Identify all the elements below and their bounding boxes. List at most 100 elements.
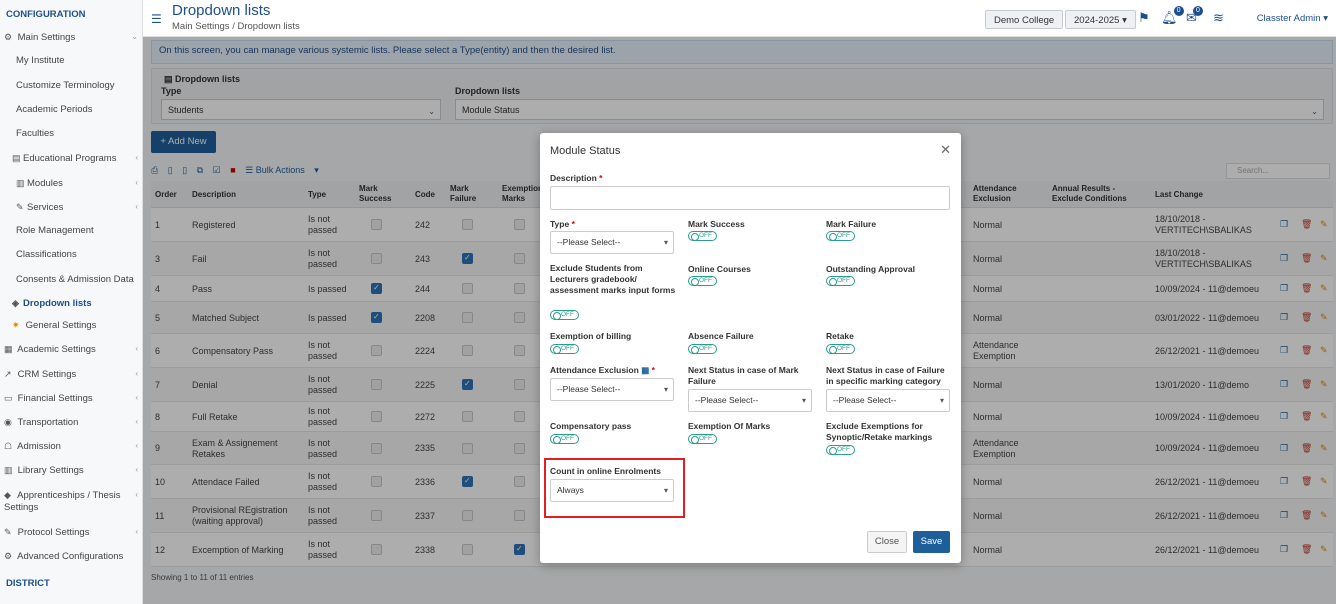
cogs-icon: ⚙ — [4, 551, 13, 561]
caret-down-icon: ▾ — [939, 396, 944, 405]
close-button[interactable]: Close — [867, 531, 907, 553]
sidebar-item-classifications[interactable]: Classifications — [0, 246, 143, 264]
exclude-exemptions-label: Exclude Exemptions for Synoptic/Retake m… — [826, 421, 933, 442]
caret-down-icon: ▾ — [1122, 15, 1127, 26]
chevron-left-icon: ‹ — [135, 393, 138, 402]
chevron-down-icon: ⌄ — [131, 32, 138, 41]
sidebar-item-financial-settings[interactable]: ▭ Financial Settings ‹ — [0, 389, 143, 407]
breadcrumb: Main Settings / Dropdown lists — [172, 21, 300, 32]
year-dropdown[interactable]: 2024-2025 ▾ — [1065, 10, 1136, 29]
layers-icon: ◈ — [12, 298, 19, 308]
sidebar-item-consents-admission[interactable]: Consents & Admission Data — [0, 271, 143, 289]
sidebar-item-admission[interactable]: ☖ Admission ‹ — [0, 437, 143, 455]
list-icon: ▤ — [12, 153, 21, 163]
sidebar-item-transportation[interactable]: ◉ Transportation ‹ — [0, 413, 143, 431]
mark-success-label: Mark Success — [688, 219, 745, 229]
count-online-select[interactable]: Always ▾ — [550, 479, 674, 502]
admission-icon: ☖ — [4, 441, 13, 451]
sidebar-item-customize-terminology[interactable]: Customize Terminology — [0, 77, 143, 95]
sidebar-item-general-settings[interactable]: ✷ General Settings — [0, 316, 143, 334]
sidebar-item-role-management[interactable]: Role Management — [0, 222, 143, 240]
attendance-exclusion-label: Attendance Exclusion ▦ * — [550, 365, 655, 375]
book-icon: ▥ — [16, 178, 25, 188]
notification-count: 0 — [1173, 6, 1184, 16]
description-label: Description * — [550, 173, 603, 183]
absence-failure-toggle[interactable]: OFF — [688, 344, 717, 354]
retake-toggle[interactable]: OFF — [826, 344, 855, 354]
sidebar-item-faculties[interactable]: Faculties — [0, 125, 143, 143]
grid-icon: ▦ — [641, 365, 650, 375]
sidebar-item-library-settings[interactable]: ▥ Library Settings ‹ — [0, 461, 143, 479]
sidebar-header: CONFIGURATION — [6, 9, 86, 20]
college-button[interactable]: Demo College — [985, 10, 1064, 29]
count-online-label: Count in online Enrolments — [550, 466, 661, 476]
exclude-students-toggle[interactable]: OFF — [550, 310, 579, 320]
sidebar-item-crm-settings[interactable]: ↗ CRM Settings ‹ — [0, 365, 143, 383]
chevron-left-icon: ‹ — [135, 344, 138, 353]
sidebar-item-educational-programs[interactable]: ▤ Educational Programs ‹ — [0, 149, 143, 167]
mark-failure-label: Mark Failure — [826, 219, 877, 229]
chart-icon: ↗ — [4, 369, 12, 379]
outstanding-approval-toggle[interactable]: OFF — [826, 276, 855, 286]
chevron-left-icon: ‹ — [135, 369, 138, 378]
settings-icon: ⚙ — [4, 32, 13, 42]
mark-success-toggle[interactable]: OFF — [688, 231, 717, 241]
sidebar: CONFIGURATION ⚙ Main Settings ⌄ My Instit… — [0, 0, 143, 604]
sidebar-item-advanced-configurations[interactable]: ⚙ Advanced Configurations — [0, 547, 143, 565]
caret-down-icon: ▾ — [663, 486, 668, 495]
envelope-icon[interactable]: ✉ 0 — [1186, 6, 1203, 26]
sidebar-footer-district: DISTRICT — [6, 578, 50, 589]
compensatory-pass-toggle[interactable]: OFF — [550, 434, 579, 444]
online-courses-label: Online Courses — [688, 264, 751, 274]
save-button[interactable]: Save — [913, 531, 950, 553]
next-status-mark-label: Next Status in case of Mark Failure — [688, 365, 799, 386]
absence-failure-label: Absence Failure — [688, 331, 754, 341]
close-icon[interactable]: ✕ — [940, 142, 951, 158]
sidebar-item-dropdown-lists[interactable]: ◈ Dropdown lists — [0, 294, 143, 312]
caret-down-icon: ▾ — [801, 396, 806, 405]
breadcrumb-dropdown-lists: Dropdown lists — [237, 21, 300, 32]
sidebar-item-academic-periods[interactable]: Academic Periods — [0, 101, 143, 119]
user-menu[interactable]: Classter Admin ▾ — [1257, 13, 1328, 24]
sidebar-item-protocol-settings[interactable]: ✎ Protocol Settings ‹ — [0, 523, 143, 541]
page-title: Dropdown lists — [172, 2, 271, 19]
sidebar-item-my-institute[interactable]: My Institute — [0, 52, 143, 70]
module-status-modal: Module Status ✕ Description * Type * --P… — [540, 133, 961, 563]
exclude-exemptions-toggle[interactable]: OFF — [826, 445, 855, 455]
exemption-marks-label: Exemption Of Marks — [688, 421, 771, 431]
next-status-failure-label: Next Status in case of Failure in specif… — [826, 365, 945, 386]
bell-icon[interactable]: 🔔︎ 0 — [1161, 6, 1184, 26]
modal-title: Module Status — [550, 145, 621, 157]
wrench-icon: ✎ — [16, 202, 24, 212]
caret-down-icon: ▾ — [1323, 13, 1328, 24]
flag-icon[interactable]: ⚑ — [1138, 10, 1150, 26]
mark-failure-toggle[interactable]: OFF — [826, 231, 855, 241]
next-status-mark-select[interactable]: --Please Select-- ▾ — [688, 389, 812, 412]
chevron-left-icon: ‹ — [135, 178, 138, 187]
message-count: 0 — [1193, 6, 1203, 16]
library-icon: ▥ — [4, 465, 13, 475]
breadcrumb-main-settings[interactable]: Main Settings — [172, 21, 230, 32]
sidebar-item-main-settings[interactable]: ⚙ Main Settings ⌄ — [0, 28, 143, 46]
online-courses-toggle[interactable]: OFF — [688, 276, 717, 286]
attendance-exclusion-select[interactable]: --Please Select-- ▾ — [550, 378, 674, 401]
sidebar-item-apprenticeships-settings[interactable]: Settings — [0, 499, 143, 517]
type-field-select[interactable]: --Please Select-- ▾ — [550, 231, 674, 254]
hamburger-menu-icon[interactable]: ☰ — [151, 12, 162, 26]
sidebar-item-services[interactable]: ✎ Services ‹ — [0, 198, 143, 216]
gear-icon: ✷ — [12, 320, 20, 330]
layers-icon[interactable]: ≋ — [1213, 10, 1224, 26]
next-status-failure-select[interactable]: --Please Select-- ▾ — [826, 389, 950, 412]
chevron-left-icon: ‹ — [135, 527, 138, 536]
description-input[interactable] — [550, 186, 950, 210]
exemption-billing-label: Exemption of billing — [550, 331, 632, 341]
exemption-billing-toggle[interactable]: OFF — [550, 344, 579, 354]
sidebar-item-academic-settings[interactable]: ▦ Academic Settings ‹ — [0, 340, 143, 358]
retake-label: Retake — [826, 331, 854, 341]
top-bar: ☰ Dropdown lists Main Settings / Dropdow… — [143, 0, 1336, 37]
sidebar-item-modules[interactable]: ▥ Modules ‹ — [0, 174, 143, 192]
outstanding-approval-label: Outstanding Approval — [826, 264, 915, 274]
chevron-left-icon: ‹ — [135, 441, 138, 450]
exemption-marks-toggle[interactable]: OFF — [688, 434, 717, 444]
grid-icon: ▦ — [4, 344, 13, 354]
